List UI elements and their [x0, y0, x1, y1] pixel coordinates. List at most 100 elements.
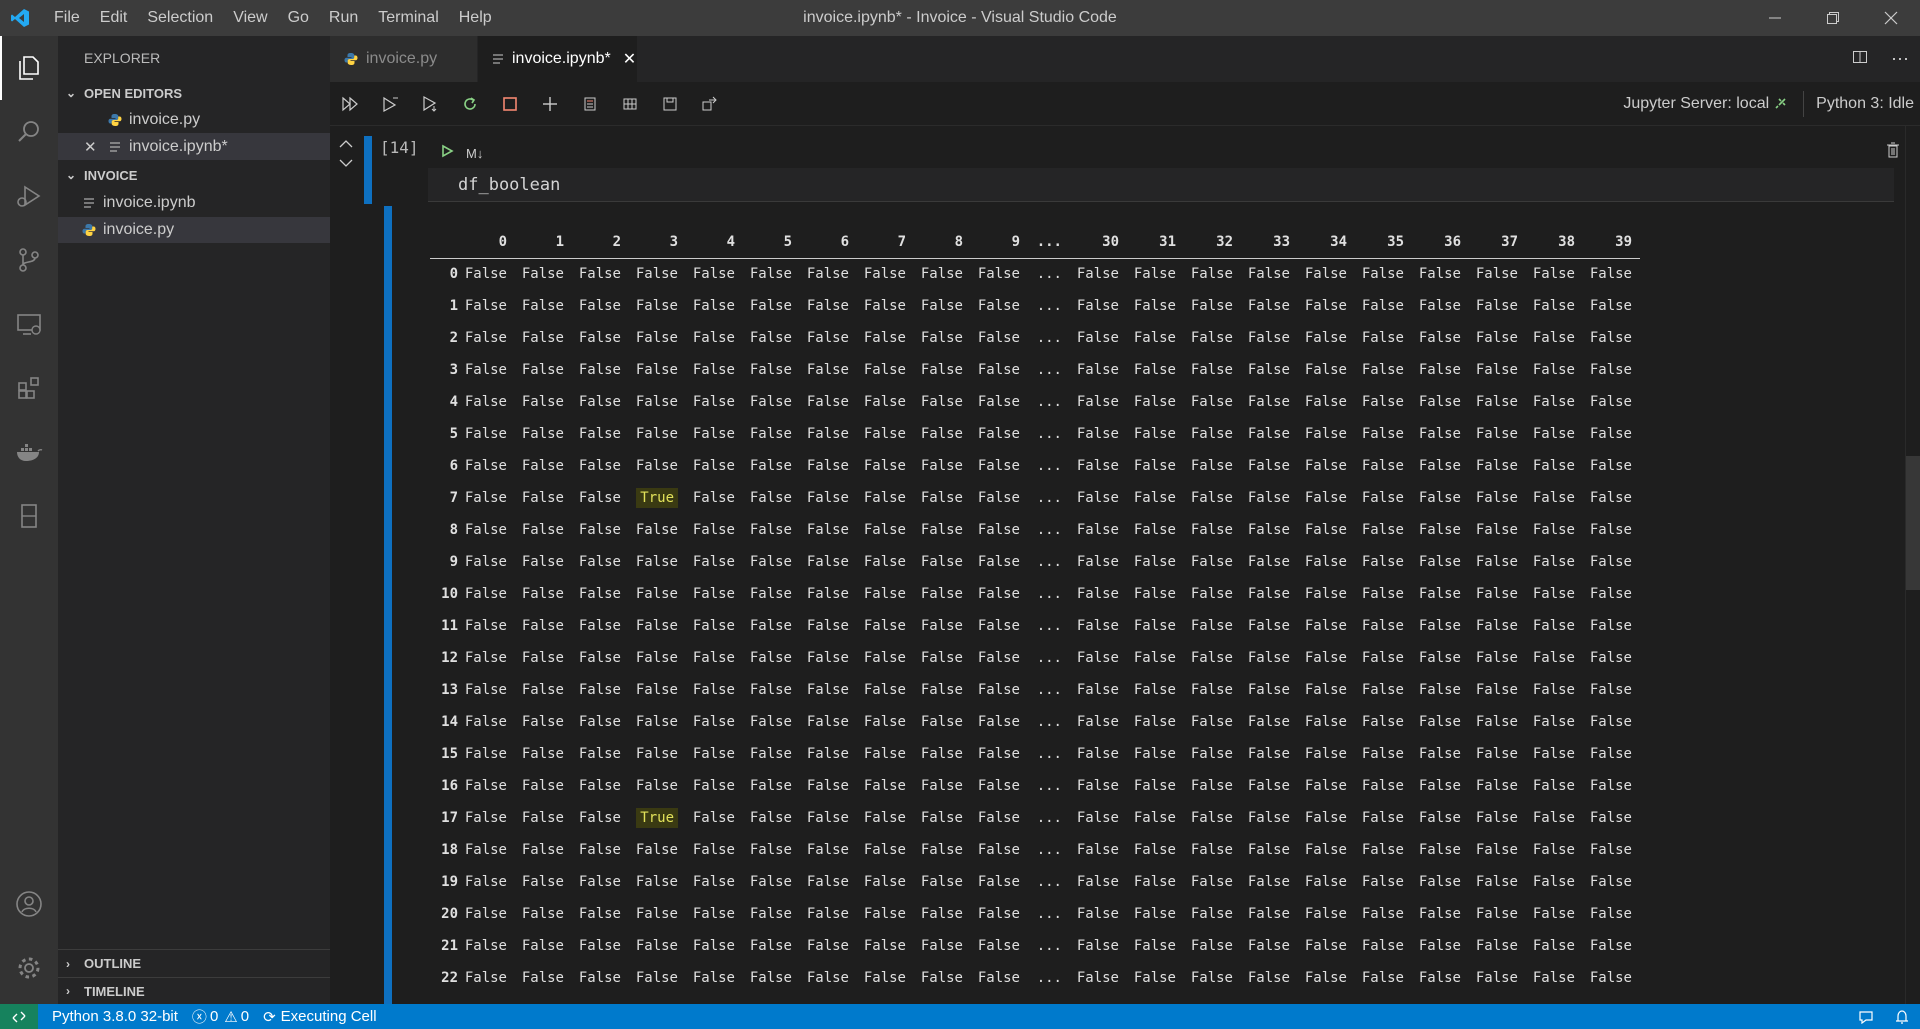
run-debug-icon[interactable] [0, 164, 58, 228]
table-cell: False [635, 394, 678, 410]
activity-bar [0, 36, 58, 1004]
remote-explorer-icon[interactable] [0, 292, 58, 356]
markdown-toggle[interactable]: M↓ [466, 146, 483, 161]
table-row: 8 False False False False False False False Fals… [430, 514, 1640, 546]
table-cell: False [1247, 650, 1290, 666]
notebook-icon [492, 53, 504, 65]
menu-edit[interactable]: Edit [90, 0, 138, 36]
jupyter-server-status[interactable]: Jupyter Server: local [1623, 95, 1803, 114]
python-interpreter[interactable]: Python 3.8.0 32-bit [52, 1008, 178, 1025]
vertical-scrollbar[interactable] [1906, 456, 1920, 590]
table-cell: False [464, 746, 507, 762]
menu-go[interactable]: Go [278, 0, 319, 36]
table-cell: False [1475, 938, 1518, 954]
table-cell: False [692, 650, 735, 666]
table-cell: False [1133, 426, 1176, 442]
table-cell: False [1304, 778, 1347, 794]
table-cell: False [863, 778, 906, 794]
run-cell-icon[interactable] [440, 144, 454, 163]
accounts-icon[interactable] [0, 872, 58, 936]
interrupt-kernel-icon[interactable] [490, 88, 530, 120]
menu-run[interactable]: Run [319, 0, 368, 36]
table-cell: False [1361, 810, 1404, 826]
extensions-icon[interactable] [0, 356, 58, 420]
variables-icon[interactable] [610, 88, 650, 120]
docker-icon[interactable] [0, 420, 58, 484]
open-editors-section[interactable]: ⌄ OPEN EDITORS [58, 80, 330, 106]
outline-section[interactable]: › OUTLINE [58, 950, 330, 977]
export-icon[interactable] [690, 88, 730, 120]
table-cell: False [1418, 522, 1461, 538]
search-icon[interactable] [0, 100, 58, 164]
notifications-bell-icon[interactable] [1884, 1009, 1920, 1025]
restart-kernel-icon[interactable] [450, 88, 490, 120]
open-editor-invoice-ipynb[interactable]: ✕ invoice.ipynb* [58, 133, 330, 160]
column-header: 36 [1412, 226, 1469, 259]
notebook-panel-icon[interactable] [0, 484, 58, 548]
settings-gear-icon[interactable] [0, 936, 58, 1000]
invoice-folder-section[interactable]: ⌄ INVOICE [58, 162, 330, 188]
table-cell: False [1532, 746, 1575, 762]
table-cell: False [749, 362, 792, 378]
table-cell: False [1133, 490, 1176, 506]
table-row: 22 False False False False False False False Fal… [430, 962, 1640, 994]
menu-file[interactable]: File [44, 0, 90, 36]
file-invoice-ipynb[interactable]: invoice.ipynb [58, 188, 330, 217]
run-cells-below-icon[interactable] [410, 88, 450, 120]
table-cell: False [578, 554, 621, 570]
chevron-up-icon[interactable] [338, 136, 358, 156]
table-cell: False [1589, 618, 1632, 634]
close-icon[interactable]: ✕ [84, 138, 106, 156]
timeline-section[interactable]: › TIMELINE [58, 977, 330, 1004]
table-cell: False [977, 874, 1020, 890]
file-invoice-py[interactable]: invoice.py [58, 217, 330, 243]
kernel-status: Jupyter Server: local Python 3: Idle [1623, 82, 1920, 126]
close-icon[interactable]: ✕ [623, 49, 636, 69]
explorer-icon[interactable] [0, 36, 58, 100]
table-cell: False [920, 522, 963, 538]
save-icon[interactable] [650, 88, 690, 120]
feedback-icon[interactable] [1848, 1010, 1884, 1024]
table-cell: False [977, 426, 1020, 442]
table-cell: False [578, 746, 621, 762]
table-cell: False [1247, 522, 1290, 538]
table-cell: False [578, 330, 621, 346]
table-cell: False [749, 394, 792, 410]
more-actions-icon[interactable]: ⋯ [1880, 49, 1920, 70]
minimize-button[interactable] [1746, 0, 1804, 36]
table-cell: False [977, 490, 1020, 506]
kernel-selector[interactable]: Python 3: Idle [1803, 91, 1920, 117]
table-cell: False [635, 266, 678, 283]
clear-outputs-icon[interactable] [570, 88, 610, 120]
menu-help[interactable]: Help [449, 0, 502, 36]
delete-cell-icon[interactable] [1886, 142, 1900, 163]
table-cell: False [1247, 490, 1290, 506]
split-editor-icon[interactable] [1840, 49, 1880, 70]
problems-indicator[interactable]: ⓧ 0 ⚠ 0 [192, 1006, 249, 1027]
activity-indicator[interactable]: ⟳ Executing Cell [263, 1008, 376, 1026]
restore-button[interactable] [1804, 0, 1862, 36]
table-cell: False [806, 458, 849, 474]
open-editor-invoice-py[interactable]: invoice.py [58, 106, 330, 133]
editor-tabs: invoice.py invoice.ipynb* ✕ ⋯ [330, 36, 1920, 82]
code-input[interactable]: df_boolean [428, 168, 1894, 202]
tab-invoice-ipynb[interactable]: invoice.ipynb* ✕ [478, 36, 638, 82]
menu-terminal[interactable]: Terminal [368, 0, 448, 36]
table-cell: False [863, 490, 906, 506]
run-cells-above-icon[interactable] [370, 88, 410, 120]
table-cell: False [920, 586, 963, 602]
menu-view[interactable]: View [223, 0, 277, 36]
close-window-button[interactable] [1862, 0, 1920, 36]
run-all-cells-icon[interactable] [330, 88, 370, 120]
chevron-down-icon[interactable] [338, 156, 358, 176]
remote-indicator-icon[interactable] [0, 1004, 38, 1029]
chevron-down-icon: ⌄ [66, 168, 77, 182]
table-cell: False [1532, 842, 1575, 858]
add-cell-icon[interactable] [530, 88, 570, 120]
source-control-icon[interactable] [0, 228, 58, 292]
table-cell: False [1247, 746, 1290, 762]
tab-invoice-py[interactable]: invoice.py [330, 36, 478, 82]
cell-move-controls [338, 136, 358, 176]
table-cell: False [578, 586, 621, 602]
menu-selection[interactable]: Selection [137, 0, 223, 36]
